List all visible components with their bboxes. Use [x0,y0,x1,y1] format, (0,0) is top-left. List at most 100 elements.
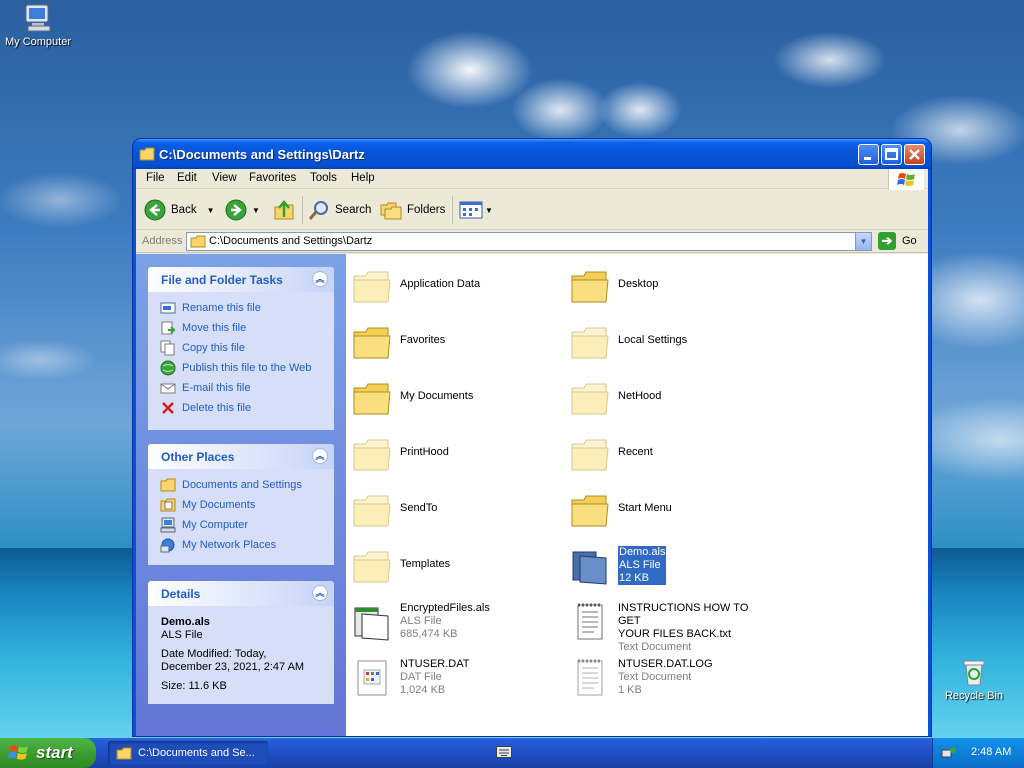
taskbar-window-label: C:\Documents and Se... [138,747,255,759]
folder-icon [353,383,391,415]
clock[interactable]: 2:48 AM [971,746,1011,758]
place-my-network-places[interactable]: My Network Places [160,535,334,555]
back-button[interactable]: Back ▼ [144,196,215,224]
panel-header[interactable]: Other Places ︽ [148,444,334,469]
folder-icon [353,271,391,303]
menu-help[interactable]: Help [351,172,375,184]
go-button[interactable]: ➔ Go [878,232,917,250]
item-name: NTUSER.DAT [400,658,470,670]
address-dropdown-button[interactable]: ▼ [855,233,871,250]
item-name: NTUSER.DAT.LOG [618,658,713,670]
file-item-encryptedfiles-als[interactable]: EncryptedFiles.als ALS File 685,474 KB [346,596,556,646]
folder-icon [139,147,155,161]
item-size: 12 KB [619,572,649,584]
folders-button[interactable]: Folders [380,196,445,224]
desktop-icon-my-computer[interactable]: My Computer [0,2,76,48]
up-folder-button[interactable] [273,196,295,224]
details-size: Size: 11.6 KB [161,680,227,692]
task-publish-web[interactable]: Publish this file to the Web [160,358,334,378]
toolbar-separator [302,196,303,224]
folder-item-templates[interactable]: Templates [346,540,556,590]
panel-title: File and Folder Tasks [161,273,283,287]
file-item-ntuser-dat-log[interactable]: NTUSER.DAT.LOG Text Document 1 KB [564,652,774,702]
folder-item-sendto[interactable]: SendTo [346,484,556,534]
chevron-down-icon: ▼ [859,237,868,246]
folder-item-favorites[interactable]: Favorites [346,316,556,366]
place-my-computer[interactable]: My Computer [160,515,334,535]
item-size: 685,474 KB [400,628,458,640]
search-icon [308,201,328,220]
text-document-icon [577,659,603,696]
panel-header[interactable]: Details ︽ [148,581,334,606]
forward-button[interactable]: ▼ [225,196,260,224]
menu-tools[interactable]: Tools [310,172,337,184]
folder-item-nethood[interactable]: NetHood [564,372,774,422]
place-my-documents[interactable]: My Documents [160,495,334,515]
back-dropdown-icon[interactable]: ▼ [207,206,215,215]
folder-icon [571,327,609,359]
panel-title: Other Places [161,450,235,464]
details-modified-value: December 23, 2021, 2:47 AM [161,661,305,673]
collapse-chevron-icon[interactable]: ︽ [312,448,328,464]
folder-item-start-menu[interactable]: Start Menu [564,484,774,534]
folder-item-application-data[interactable]: Application Data [346,260,556,310]
back-arrow-icon [144,199,166,221]
task-copy-file[interactable]: Copy this file [160,338,334,358]
folder-icon [353,495,391,527]
task-label: E-mail this file [182,382,251,394]
file-item-ntuser-dat[interactable]: NTUSER.DAT DAT File 1,024 KB [346,652,556,702]
place-documents-and-settings[interactable]: Documents and Settings [160,475,334,495]
folder-item-my-documents[interactable]: My Documents [346,372,556,422]
folder-icon [190,235,206,248]
title-bar[interactable]: C:\Documents and Settings\Dartz [133,139,931,169]
menu-favorites[interactable]: Favorites [249,172,296,184]
rename-icon [160,302,176,314]
menu-edit[interactable]: Edit [177,172,197,184]
item-size: 1,024 KB [400,684,446,696]
folder-item-desktop[interactable]: Desktop [564,260,774,310]
taskbar-window-button[interactable]: C:\Documents and Se... [108,741,268,765]
task-label: Publish this file to the Web [182,362,312,374]
email-icon [160,383,176,394]
file-item-instructions-txt[interactable]: INSTRUCTIONS HOW TO GET YOUR FILES BACK.… [564,596,774,653]
folder-item-local-settings[interactable]: Local Settings [564,316,774,366]
als-file-icon [572,551,607,585]
text-document-icon [577,603,603,640]
item-size: 1 KB [618,684,642,696]
address-input[interactable]: C:\Documents and Settings\Dartz ▼ [186,232,872,251]
views-dropdown-icon[interactable]: ▼ [485,206,493,215]
network-tray-icon[interactable] [941,745,957,761]
task-delete-file[interactable]: Delete this file [160,398,334,418]
views-button[interactable]: ▼ [459,196,493,224]
menu-view[interactable]: View [212,172,237,184]
network-icon [160,538,175,553]
folder-icon [571,271,609,303]
folder-icon [160,478,176,492]
start-button[interactable]: start [0,738,96,768]
folder-item-printhood[interactable]: PrintHood [346,428,556,478]
dat-file-icon [357,660,387,696]
task-rename-file[interactable]: Rename this file [160,298,334,318]
desktop-icon-recycle-bin[interactable]: Recycle Bin [936,656,1012,702]
item-name: NetHood [618,390,662,402]
maximize-button[interactable] [881,144,902,165]
task-email-file[interactable]: E-mail this file [160,378,334,398]
item-name-line1: INSTRUCTIONS HOW TO GET [618,602,749,627]
folder-item-recent[interactable]: Recent [564,428,774,478]
minimize-button[interactable] [858,144,879,165]
computer-icon [25,4,51,32]
menu-file[interactable]: File [146,172,165,184]
file-item-demo-als[interactable]: Demo.als ALS File 12 KB [564,540,774,590]
file-label: NTUSER.DAT.LOG Text Document 1 KB [618,658,713,697]
panel-header[interactable]: File and Folder Tasks ︽ [148,267,334,292]
move-icon [161,321,176,335]
collapse-chevron-icon[interactable]: ︽ [312,271,328,287]
folder-icon [353,327,391,359]
keyboard-icon[interactable] [496,746,512,758]
forward-dropdown-icon[interactable]: ▼ [252,206,260,215]
close-button[interactable] [904,144,925,165]
search-button[interactable]: Search [308,196,371,224]
collapse-chevron-icon[interactable]: ︽ [312,585,328,601]
file-label: EncryptedFiles.als ALS File 685,474 KB [400,602,490,641]
task-move-file[interactable]: Move this file [160,318,334,338]
